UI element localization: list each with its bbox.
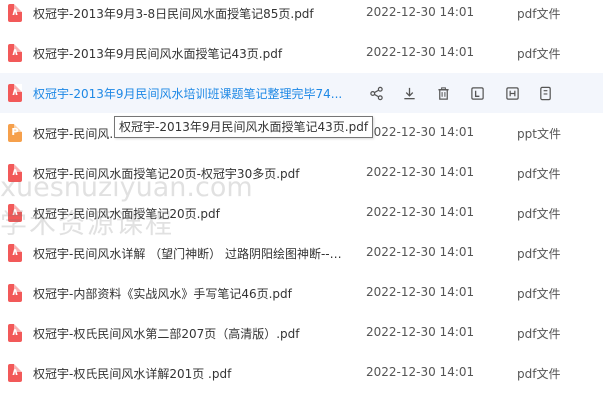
file-name[interactable]: 权冠宇-内部资料《实战风水》手写笔记46页.pdf <box>33 285 343 301</box>
filename-tooltip: 权冠宇-2013年9月民间风水面授笔记43页.pdf <box>114 116 374 138</box>
pdf-file-icon: ∧ <box>8 164 22 182</box>
pdf-file-icon: ∧ <box>8 204 22 222</box>
file-row[interactable]: ∧ 权冠宇-权氏民间风水第二部207页（高清版）.pdf 2022-12-30 14… <box>0 313 603 353</box>
file-type: pdf文件 <box>517 7 561 21</box>
file-date: 2022-12-30 14:01 <box>366 365 475 379</box>
file-type: pdf文件 <box>517 287 561 301</box>
file-name[interactable]: 权冠宇-2013年9月民间风水培训班课题笔记整理完毕74... <box>33 85 343 101</box>
pdf-file-icon: ∧ <box>8 4 22 22</box>
file-date: 2022-12-30 14:01 <box>366 325 475 339</box>
file-row[interactable]: ∧ 权冠宇-民间风水详解 （望门神断） 过路阴阳绘图神断---... 2022-12… <box>0 233 603 273</box>
file-type: pdf文件 <box>517 207 561 221</box>
file-row[interactable]: ∧ 权冠宇-内部资料《实战风水》手写笔记46页.pdf 2022-12-30 14:… <box>0 273 603 313</box>
pdf-file-icon: ∧ <box>8 44 22 62</box>
file-row[interactable]: ∧ 权冠宇-2013年9月民间风水面授笔记43页.pdf 2022-12-30 14… <box>0 33 603 73</box>
download-icon[interactable] <box>400 83 418 103</box>
pdf-file-icon: ∧ <box>8 244 22 262</box>
file-type: pdf文件 <box>517 47 561 61</box>
file-name[interactable]: 权冠宇-权氏民间风水第二部207页（高清版）.pdf <box>33 325 343 341</box>
file-name[interactable]: 权冠宇-权氏民间风水详解201页 .pdf <box>33 365 343 381</box>
file-name[interactable]: 权冠宇-民间风水详解 （望门神断） 过路阴阳绘图神断---... <box>33 245 343 261</box>
file-row[interactable]: ∧ 权冠宇-2013年9月3-8日民间风水面授笔记85页.pdf 2022-12-3… <box>0 0 603 33</box>
pdf-file-icon: ∧ <box>8 324 22 342</box>
file-type: ppt文件 <box>517 127 561 141</box>
file-date: 2022-12-30 14:01 <box>366 45 475 59</box>
delete-icon[interactable] <box>434 83 452 103</box>
file-date: 2022-12-30 14:01 <box>366 165 475 179</box>
file-name[interactable]: 权冠宇-2013年9月3-8日民间风水面授笔记85页.pdf <box>33 5 343 21</box>
rename-icon[interactable] <box>468 83 486 103</box>
file-row[interactable]: ∧ 权冠宇-2013年9月民间风水培训班课题笔记整理完毕74... <box>0 73 603 113</box>
file-date: 2022-12-30 14:01 <box>366 5 475 19</box>
file-date: 2022-12-30 14:01 <box>366 125 475 139</box>
file-row[interactable]: ∧ 权冠宇-民间风水面授笔记20页-权冠宇30多页.pdf 2022-12-30 1… <box>0 153 603 193</box>
file-name[interactable]: 权冠宇-民间风水面授笔记20页-权冠宇30多页.pdf <box>33 165 343 181</box>
file-type: pdf文件 <box>517 327 561 341</box>
file-date: 2022-12-30 14:01 <box>366 285 475 299</box>
file-row[interactable]: ∧ 权冠宇-权氏民间风水详解201页 .pdf 2022-12-30 14:01 pd… <box>0 353 603 393</box>
file-type: pdf文件 <box>517 247 561 261</box>
ppt-file-icon: P <box>8 124 22 142</box>
pdf-file-icon: ∧ <box>8 84 22 102</box>
file-row[interactable]: ∧ 权冠宇-民间风水面授笔记20页.pdf 2022-12-30 14:01 pdf文… <box>0 193 603 233</box>
more-icon[interactable] <box>536 83 554 103</box>
file-list: ∧ 权冠宇-2013年9月3-8日民间风水面授笔记85页.pdf 2022-12-3… <box>0 0 603 401</box>
file-type: pdf文件 <box>517 367 561 381</box>
file-type: pdf文件 <box>517 167 561 181</box>
pdf-file-icon: ∧ <box>8 364 22 382</box>
share-icon[interactable] <box>367 83 385 103</box>
file-name[interactable]: 权冠宇-民间风水面授笔记20页.pdf <box>33 205 343 221</box>
move-icon[interactable] <box>503 83 521 103</box>
pdf-file-icon: ∧ <box>8 284 22 302</box>
file-date: 2022-12-30 14:01 <box>366 205 475 219</box>
file-name[interactable]: 权冠宇-2013年9月民间风水面授笔记43页.pdf <box>33 45 343 61</box>
file-date: 2022-12-30 14:01 <box>366 245 475 259</box>
